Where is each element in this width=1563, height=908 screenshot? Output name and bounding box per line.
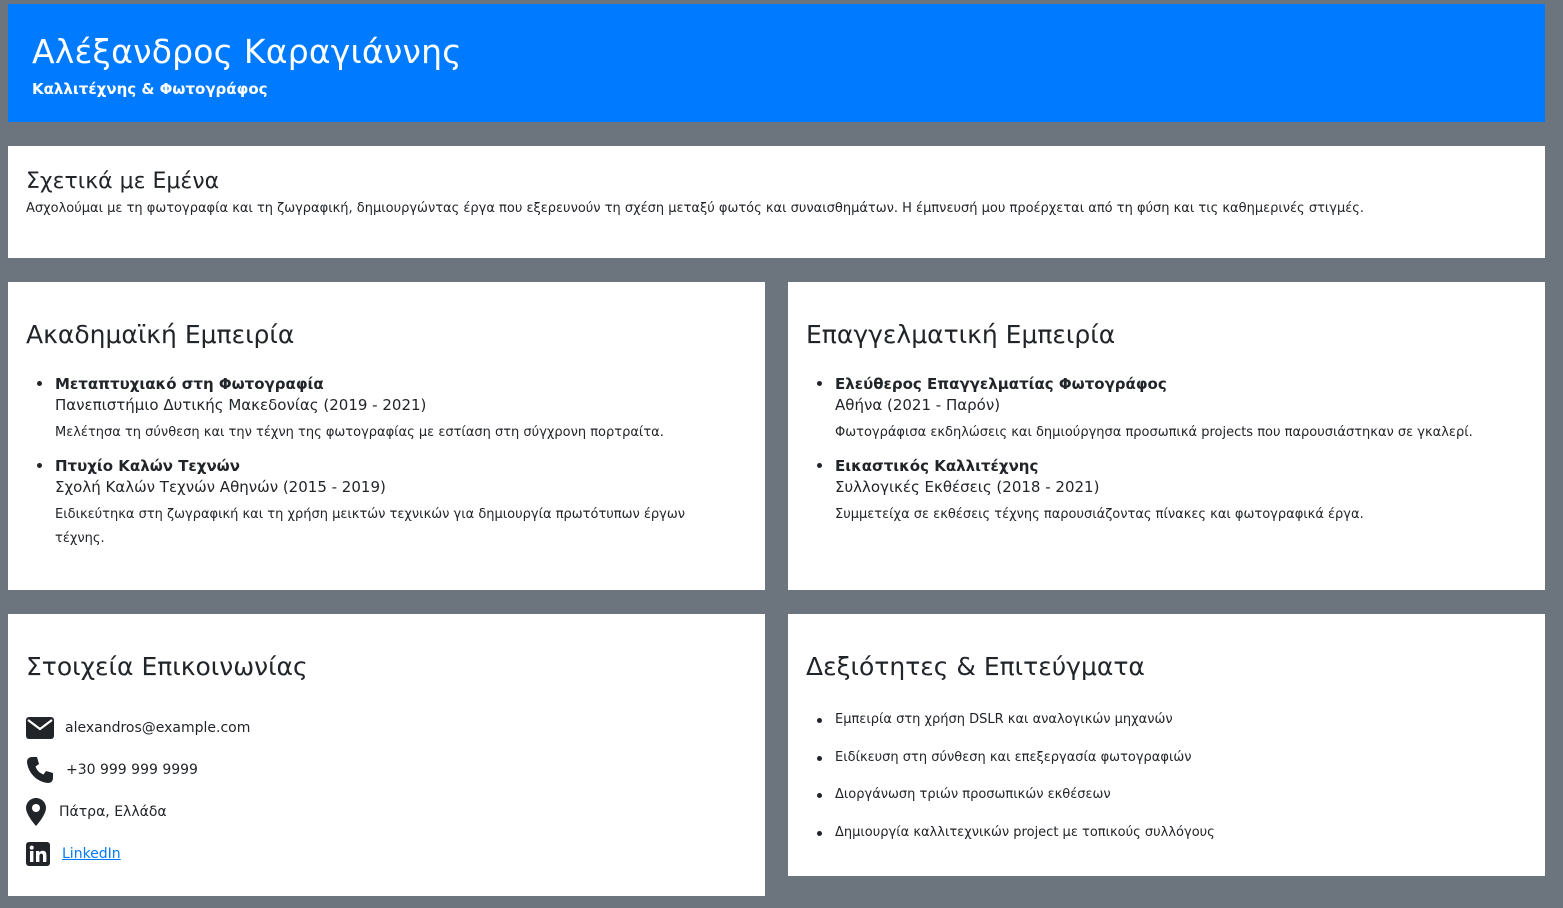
list-item: Εικαστικός Καλλιτέχνης Συλλογικές Εκθέσε…	[817, 455, 1527, 527]
contact-phone-row: +30 999 999 9999	[26, 749, 747, 791]
about-title: Σχετικά με Εμένα	[26, 169, 220, 194]
list-item: Εμπειρία στη χρήση DSLR και αναλογικών μ…	[817, 711, 1527, 729]
professional-title: Επαγγελματική Εμπειρία	[806, 320, 1116, 349]
page-header: Αλέξανδρος Καραγιάννης Καλλιτέχνης & Φωτ…	[8, 4, 1545, 122]
degree-title: Πτυχίο Καλών Τεχνών	[55, 457, 240, 475]
list-item: Μεταπτυχιακό στη Φωτογραφία Πανεπιστήμιο…	[37, 373, 747, 445]
skills-list: Εμπειρία στη χρήση DSLR και αναλογικών μ…	[806, 711, 1527, 842]
contact-email-row: alexandros@example.com	[26, 707, 747, 749]
professional-card: Επαγγελματική Εμπειρία Ελεύθερος Επαγγελ…	[788, 282, 1545, 590]
contact-phone: +30 999 999 9999	[66, 762, 198, 778]
about-text: Ασχολούμαι με τη φωτογραφία και τη ζωγρα…	[26, 201, 1365, 216]
list-item: Ελεύθερος Επαγγελματίας Φωτογράφος Αθήνα…	[817, 373, 1527, 445]
degree-title: Μεταπτυχιακό στη Φωτογραφία	[55, 375, 324, 393]
list-item: Ειδίκευση στη σύνθεση και επεξεργασία φω…	[817, 749, 1527, 767]
contact-location: Πάτρα, Ελλάδα	[59, 804, 167, 820]
job-title: Ελεύθερος Επαγγελματίας Φωτογράφος	[835, 375, 1167, 393]
map-marker-icon	[26, 797, 50, 827]
linkedin-link[interactable]: LinkedIn	[62, 846, 121, 862]
job-place: Αθήνα (2021 - Παρόν)	[835, 396, 1001, 414]
skills-card: Δεξιότητες & Επιτεύγματα Εμπειρία στη χρ…	[788, 614, 1545, 876]
contact-linkedin-row: LinkedIn	[26, 833, 747, 875]
contact-email: alexandros@example.com	[65, 720, 251, 736]
list-item: Διοργάνωση τριών προσωπικών εκθέσεων	[817, 786, 1527, 804]
academic-title: Ακαδημαϊκή Εμπειρία	[26, 320, 295, 349]
linkedin-icon[interactable]	[26, 839, 54, 869]
envelope-icon	[26, 713, 56, 743]
list-item: Πτυχίο Καλών Τεχνών Σχολή Καλών Τεχνών Α…	[37, 455, 747, 551]
professional-list: Ελεύθερος Επαγγελματίας Φωτογράφος Αθήνα…	[806, 373, 1527, 527]
job-description: Συμμετείχα σε εκθέσεις τέχνης παρουσιάζο…	[835, 507, 1364, 522]
list-item: Δημιουργία καλλιτεχνικών project με τοπι…	[817, 824, 1527, 842]
skills-title: Δεξιότητες & Επιτεύγματα	[806, 652, 1145, 681]
contact-location-row: Πάτρα, Ελλάδα	[26, 791, 747, 833]
degree-institution: Πανεπιστήμιο Δυτικής Μακεδονίας (2019 - …	[55, 396, 427, 414]
degree-description: Ειδικεύτηκα στη ζωγραφική και τη χρήση μ…	[55, 507, 686, 546]
person-name: Αλέξανδρος Καραγιάννης	[32, 32, 462, 71]
phone-icon	[26, 755, 56, 785]
job-title: Εικαστικός Καλλιτέχνης	[835, 457, 1039, 475]
contact-title: Στοιχεία Επικοινωνίας	[26, 652, 308, 681]
about-card: Σχετικά με Εμένα Ασχολούμαι με τη φωτογρ…	[8, 146, 1545, 258]
job-place: Συλλογικές Εκθέσεις (2018 - 2021)	[835, 478, 1100, 496]
job-description: Φωτογράφισα εκδηλώσεις και δημιούργησα π…	[835, 425, 1473, 440]
degree-institution: Σχολή Καλών Τεχνών Αθηνών (2015 - 2019)	[55, 478, 386, 496]
academic-card: Ακαδημαϊκή Εμπειρία Μεταπτυχιακό στη Φωτ…	[8, 282, 765, 590]
degree-description: Μελέτησα τη σύνθεση και την τέχνη της φω…	[55, 425, 664, 440]
contact-list: alexandros@example.com +30 999 999 9999 …	[26, 707, 747, 875]
contact-card: Στοιχεία Επικοινωνίας alexandros@example…	[8, 614, 765, 896]
academic-list: Μεταπτυχιακό στη Φωτογραφία Πανεπιστήμιο…	[26, 373, 747, 551]
person-subtitle: Καλλιτέχνης & Φωτογράφος	[32, 80, 268, 98]
